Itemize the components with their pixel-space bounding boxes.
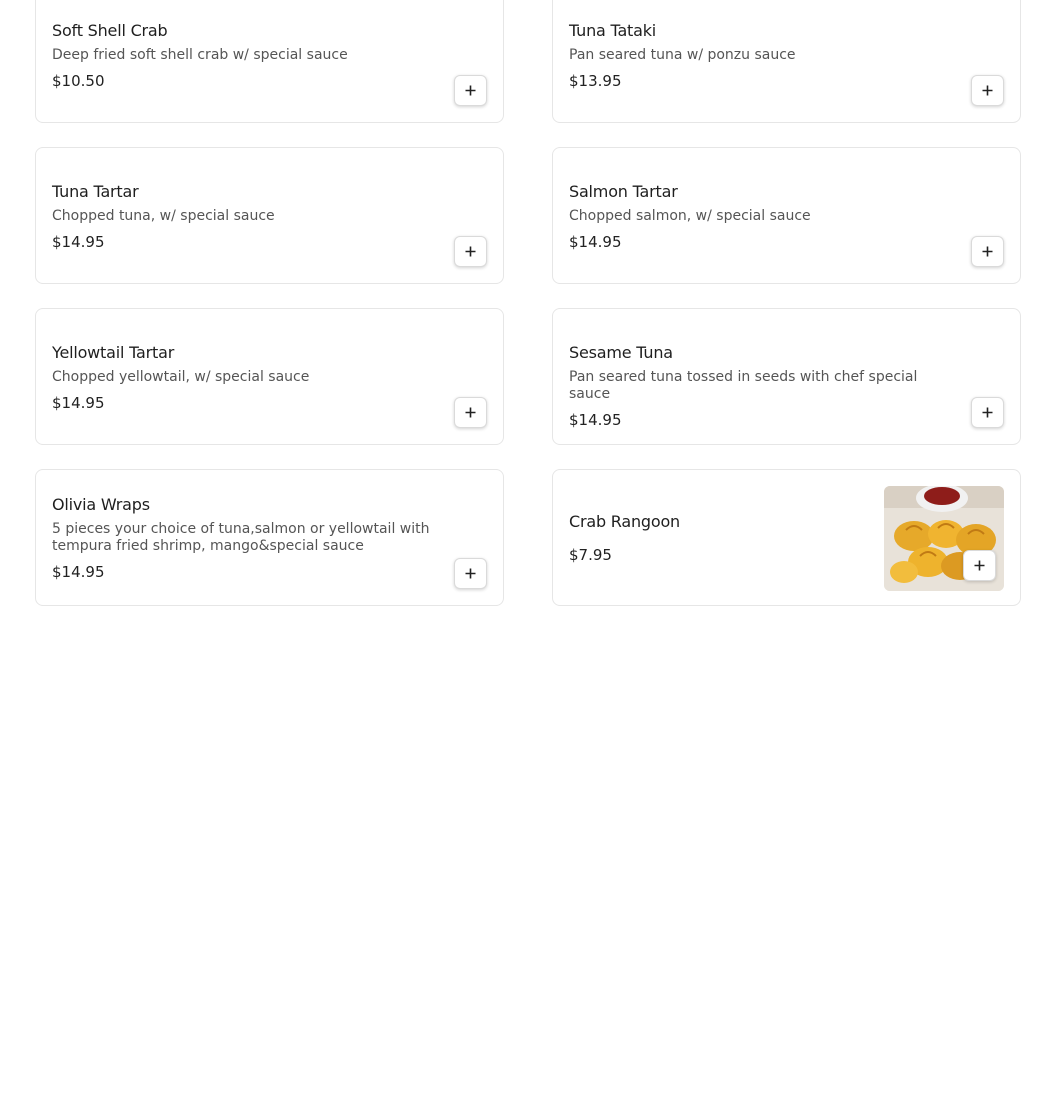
menu-item-card[interactable]: Soft Shell Crab Deep fried soft shell cr… bbox=[35, 0, 504, 123]
item-price: $14.95 bbox=[52, 563, 105, 581]
item-price: $14.95 bbox=[52, 233, 105, 251]
item-name: Yellowtail Tartar bbox=[52, 343, 175, 362]
menu-item-card[interactable]: Crab Rangoon $7.95 bbox=[552, 469, 1021, 606]
plus-icon bbox=[465, 246, 476, 257]
menu-item-card[interactable]: Tuna Tartar Chopped tuna, w/ special sau… bbox=[35, 147, 504, 284]
plus-icon bbox=[982, 246, 993, 257]
item-description: Pan seared tuna w/ ponzu sauce bbox=[569, 47, 796, 63]
plus-icon bbox=[465, 568, 476, 579]
menu-item-card[interactable]: Sesame Tuna Pan seared tuna tossed in se… bbox=[552, 308, 1021, 445]
add-item-button[interactable] bbox=[454, 236, 487, 267]
plus-icon bbox=[465, 407, 476, 418]
item-name: Sesame Tuna bbox=[569, 343, 673, 362]
add-item-button[interactable] bbox=[971, 236, 1004, 267]
item-description: Pan seared tuna tossed in seeds with che… bbox=[569, 369, 918, 402]
item-name: Soft Shell Crab bbox=[52, 21, 168, 40]
plus-icon bbox=[982, 407, 993, 418]
menu-item-card[interactable]: Olivia Wraps 5 pieces your choice of tun… bbox=[35, 469, 504, 606]
add-item-button[interactable] bbox=[454, 397, 487, 428]
item-price: $7.95 bbox=[569, 546, 612, 564]
add-item-button[interactable] bbox=[454, 75, 487, 106]
menu-item-card[interactable]: Salmon Tartar Chopped salmon, w/ special… bbox=[552, 147, 1021, 284]
item-name: Tuna Tataki bbox=[569, 21, 657, 40]
item-name: Salmon Tartar bbox=[569, 182, 678, 201]
menu-item-card[interactable]: Yellowtail Tartar Chopped yellowtail, w/… bbox=[35, 308, 504, 445]
item-description: 5 pieces your choice of tuna,salmon or y… bbox=[52, 521, 430, 554]
add-item-button[interactable] bbox=[963, 550, 996, 581]
item-price: $10.50 bbox=[52, 72, 105, 90]
add-item-button[interactable] bbox=[454, 558, 487, 589]
plus-icon bbox=[465, 85, 476, 96]
item-description: Chopped salmon, w/ special sauce bbox=[569, 208, 811, 224]
item-description: Chopped tuna, w/ special sauce bbox=[52, 208, 275, 224]
item-description: Deep fried soft shell crab w/ special sa… bbox=[52, 47, 348, 63]
item-name: Olivia Wraps bbox=[52, 495, 150, 514]
item-price: $13.95 bbox=[569, 72, 622, 90]
item-name: Crab Rangoon bbox=[569, 512, 680, 531]
menu-item-card[interactable]: Tuna Tataki Pan seared tuna w/ ponzu sau… bbox=[552, 0, 1021, 123]
add-item-button[interactable] bbox=[971, 75, 1004, 106]
plus-icon bbox=[974, 560, 985, 571]
item-price: $14.95 bbox=[569, 411, 622, 429]
item-name: Tuna Tartar bbox=[52, 182, 139, 201]
add-item-button[interactable] bbox=[971, 397, 1004, 428]
item-price: $14.95 bbox=[569, 233, 622, 251]
item-photo[interactable] bbox=[884, 486, 1004, 591]
item-price: $14.95 bbox=[52, 394, 105, 412]
item-description: Chopped yellowtail, w/ special sauce bbox=[52, 369, 310, 385]
plus-icon bbox=[982, 85, 993, 96]
